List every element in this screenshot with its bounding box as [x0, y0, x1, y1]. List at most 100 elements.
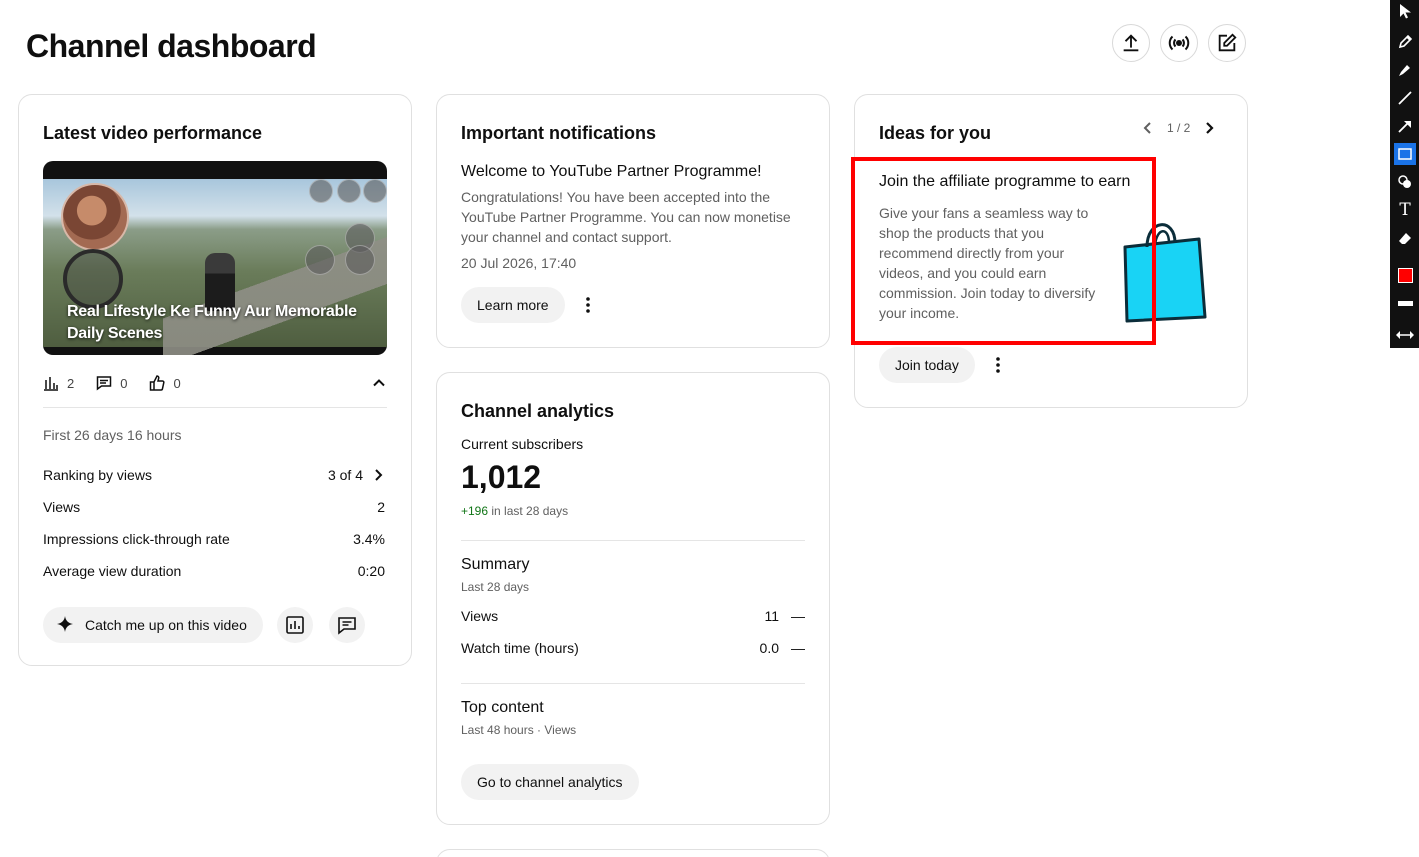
more-vert-icon [996, 357, 1000, 373]
collapse-button[interactable] [371, 375, 387, 391]
idea-more-button[interactable] [986, 353, 1010, 377]
upload-icon [1123, 34, 1139, 52]
summary-period: Last 28 days [461, 580, 530, 594]
card-title: Latest video performance [43, 123, 263, 143]
gear-control-icon [363, 179, 387, 203]
divider [461, 540, 805, 541]
thumbnail-face [61, 183, 129, 251]
notifications-card: Important notifications Welcome to YouTu… [436, 94, 830, 348]
ideas-pager: 1 / 2 [1141, 121, 1216, 135]
upload-button[interactable] [1112, 24, 1150, 62]
page-title: Channel dashboard [26, 28, 317, 64]
pager-text: 1 / 2 [1167, 121, 1191, 135]
eraser-tool[interactable] [1394, 227, 1416, 249]
catch-me-up-label: Catch me up on this video [85, 617, 247, 633]
more-vert-icon [586, 297, 590, 313]
period-label: First 26 days 16 hours [43, 427, 182, 443]
divider [43, 407, 387, 408]
join-today-button[interactable]: Join today [879, 347, 975, 383]
create-post-button[interactable] [1208, 24, 1246, 62]
stamp-tool[interactable] [1394, 171, 1416, 193]
stamp-icon [1398, 175, 1411, 188]
resize-icon [1396, 331, 1414, 339]
next-card-partial [436, 849, 830, 857]
summary-row-views: Views 11 — [461, 608, 805, 624]
metric-label: Ranking by views [43, 467, 152, 483]
catch-me-up-button[interactable]: Catch me up on this video [43, 607, 263, 643]
line-tool[interactable] [1394, 87, 1416, 109]
row-label: Views [461, 608, 499, 624]
analytics-icon [286, 616, 304, 634]
highlighter-icon [1399, 65, 1410, 76]
metric-value: 3 of 4 [327, 467, 363, 483]
metric-label: Views [43, 499, 81, 515]
learn-more-button[interactable]: Learn more [461, 287, 565, 323]
subscribers-delta: +196 in last 28 days [461, 504, 568, 518]
comments-count: 0 [120, 375, 128, 391]
cursor-icon [1400, 4, 1411, 19]
line-icon [1398, 91, 1412, 105]
video-thumbnail[interactable]: Real Lifestyle Ke Funny Aur Memorable Da… [43, 161, 387, 355]
card-title: Important notifications [461, 123, 656, 143]
row-label: Watch time (hours) [461, 640, 579, 656]
arrow-icon [1398, 121, 1411, 133]
pencil-tool[interactable] [1394, 31, 1416, 53]
notification-headline: Welcome to YouTube Partner Programme! [461, 163, 762, 180]
prev-idea-button[interactable] [1141, 121, 1155, 135]
text-tool[interactable]: T [1394, 199, 1416, 221]
annotation-toolbar: T [1390, 0, 1419, 348]
chevron-left-icon [1143, 122, 1151, 134]
comment-icon [96, 376, 112, 391]
highlighter-tool[interactable] [1394, 59, 1416, 81]
resize-tool[interactable] [1394, 324, 1416, 346]
pencil-icon [1398, 35, 1412, 49]
delta-value: +196 [461, 504, 489, 518]
video-stats: 2 0 0 [43, 373, 387, 393]
stroke-width-tool[interactable] [1394, 292, 1416, 314]
thumbs-up-icon [150, 375, 166, 391]
stroke-width-bar [1397, 300, 1413, 306]
metric-value: 2 [377, 499, 385, 515]
views-stat: 2 [43, 375, 74, 391]
video-analytics-button[interactable] [277, 607, 313, 643]
row-value: 0.0 [759, 640, 779, 656]
metric-ranking[interactable]: Ranking by views 3 of 4 [43, 467, 385, 483]
top-content-sub: Last 48 hours · Views [461, 723, 577, 737]
comments-stat: 0 [96, 375, 127, 391]
chevron-up-icon [373, 379, 385, 387]
speed-control-icon [345, 245, 375, 275]
next-idea-button[interactable] [1202, 121, 1216, 135]
row-trend: — [791, 608, 805, 624]
chevron-right-icon [1206, 122, 1214, 134]
idea-body: Give your fans a seamless way to shop th… [879, 205, 1096, 321]
shopping-bag-icon [1123, 223, 1207, 323]
light-control-icon [305, 245, 335, 275]
rectangle-tool[interactable] [1394, 143, 1416, 165]
notification-body: Congratulations! You have been accepted … [461, 189, 791, 245]
arrow-tool[interactable] [1394, 115, 1416, 137]
go-to-analytics-button[interactable]: Go to channel analytics [461, 764, 639, 800]
bar-chart-icon [44, 377, 58, 391]
card-title: Channel analytics [461, 401, 615, 421]
video-comments-button[interactable] [329, 607, 365, 643]
summary-title: Summary [461, 556, 530, 573]
likes-count: 0 [173, 375, 181, 391]
go-live-button[interactable] [1160, 24, 1198, 62]
chevron-right-icon [375, 469, 383, 481]
metric-label: Impressions click-through rate [43, 531, 230, 547]
metric-avg-duration: Average view duration 0:20 [43, 563, 385, 579]
metric-value: 0:20 [357, 563, 385, 579]
metric-label: Average view duration [43, 563, 182, 579]
color-swatch[interactable] [1394, 264, 1416, 286]
notification-date: 20 Jul 2026, 17:40 [461, 255, 577, 271]
notification-more-button[interactable] [576, 293, 600, 317]
ideas-card: Ideas for you 1 / 2 Join the affiliate p… [854, 94, 1248, 408]
sparkle-icon [57, 616, 73, 632]
metric-value: 3.4% [353, 531, 385, 547]
camera-control-icon [337, 179, 361, 203]
views-count: 2 [67, 375, 75, 391]
thumbnail-caption: Real Lifestyle Ke Funny Aur Memorable Da… [67, 303, 357, 342]
cursor-tool[interactable] [1394, 0, 1416, 22]
delta-suffix: in last 28 days [488, 504, 569, 518]
card-title: Ideas for you [879, 123, 992, 143]
